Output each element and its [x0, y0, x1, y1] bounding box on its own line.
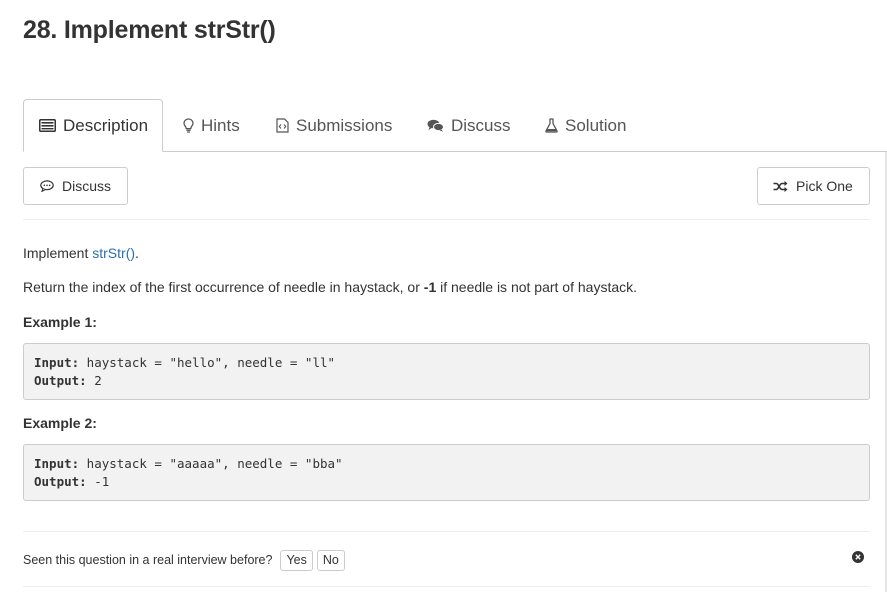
discuss-button[interactable]: Discuss: [23, 167, 128, 205]
tab-label: Solution: [565, 115, 627, 135]
tab-label: Submissions: [296, 115, 393, 135]
strstr-link[interactable]: strStr(): [92, 245, 135, 261]
no-button[interactable]: No: [316, 549, 345, 571]
tab-label: Discuss: [451, 115, 511, 135]
chat-bubbles-icon: [427, 119, 444, 132]
statement-suffix: if needle is not part of haystack.: [436, 279, 638, 295]
example-1-input-line: Input: haystack = "hello", needle = "ll": [34, 354, 859, 372]
tab-label: Hints: [201, 115, 240, 135]
output-value: -1: [86, 474, 110, 489]
divider: [23, 586, 870, 587]
flask-icon: [545, 118, 558, 133]
output-label: Output:: [34, 373, 87, 388]
pick-one-button[interactable]: Pick One: [757, 167, 870, 205]
tab-hints[interactable]: Hints: [183, 99, 240, 152]
example-2-output-line: Output: -1: [34, 473, 859, 491]
shuffle-icon: [773, 180, 788, 192]
input-value: haystack = "hello", needle = "ll": [79, 355, 336, 370]
lightbulb-icon: [183, 118, 194, 133]
discuss-button-label: Discuss: [62, 178, 112, 194]
output-label: Output:: [34, 474, 87, 489]
tab-description[interactable]: Description: [23, 99, 163, 152]
page-title: 28. Implement strStr(): [23, 16, 276, 44]
statement-bold-value: -1: [423, 279, 437, 295]
intro-text: Implement: [23, 245, 93, 261]
example-1-heading: Example 1:: [23, 314, 97, 330]
input-value: haystack = "aaaaa", needle = "bba": [79, 456, 343, 471]
description-icon: [39, 119, 56, 132]
example-2-heading: Example 2:: [23, 415, 97, 431]
divider: [23, 531, 870, 532]
tab-discuss[interactable]: Discuss: [427, 99, 511, 152]
divider: [23, 219, 870, 220]
intro-suffix: .: [135, 245, 139, 261]
problem-statement: Return the index of the first occurrence…: [23, 279, 637, 295]
example-1-output-line: Output: 2: [34, 372, 859, 390]
input-label: Input:: [34, 355, 80, 370]
example-2-code-block: Input: haystack = "aaaaa", needle = "bba…: [23, 444, 870, 501]
close-icon[interactable]: [852, 551, 864, 563]
comment-icon: [40, 180, 54, 192]
pick-one-button-label: Pick One: [796, 178, 853, 194]
tab-solution[interactable]: Solution: [545, 99, 626, 152]
interview-question-prompt: Seen this question in a real interview b…: [23, 549, 345, 571]
example-1-code-block: Input: haystack = "hello", needle = "ll"…: [23, 343, 870, 400]
input-label: Input:: [34, 456, 80, 471]
problem-page: 28. Implement strStr() Description Hints…: [0, 0, 887, 592]
tab-bar: Description Hints Submissions Discuss So…: [23, 99, 887, 152]
example-2-input-line: Input: haystack = "aaaaa", needle = "bba…: [34, 455, 859, 473]
statement-text: Return the index of the first occurrence…: [23, 279, 424, 295]
tab-label: Description: [63, 115, 149, 135]
yes-button[interactable]: Yes: [280, 549, 313, 571]
tab-submissions[interactable]: Submissions: [276, 99, 392, 152]
interview-question-text: Seen this question in a real interview b…: [23, 553, 273, 567]
problem-intro: Implement strStr().: [23, 245, 139, 261]
code-file-icon: [276, 118, 289, 133]
output-value: 2: [86, 373, 102, 388]
